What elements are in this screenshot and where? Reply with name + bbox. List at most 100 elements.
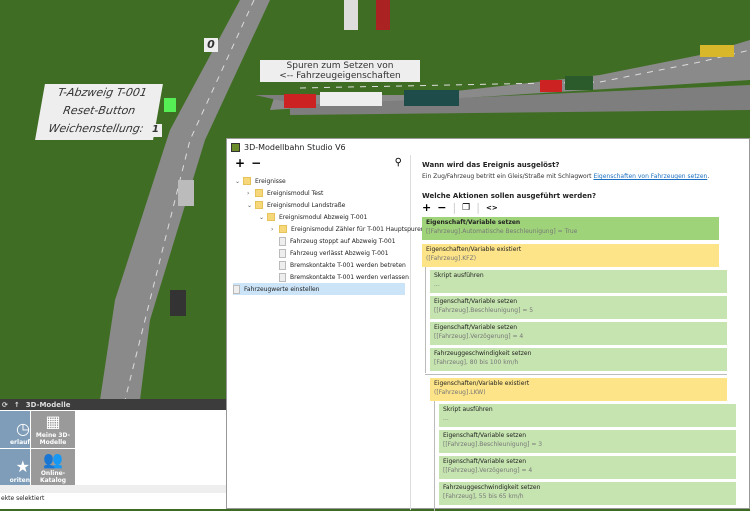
tile-clock[interactable]: ◷ erlauf <box>0 411 30 448</box>
action-detail: ... <box>443 415 449 422</box>
set-action[interactable]: Eigenschaft/Variable setzen [[Fahrzeug].B… <box>430 296 727 319</box>
chevron-down-icon[interactable]: ⌄ <box>247 202 255 209</box>
tile-people[interactable]: 👥 Online-Katalog <box>31 449 75 486</box>
action-title: Skript ausführen <box>443 406 493 413</box>
script-action[interactable]: Skript ausführen... <box>439 404 736 427</box>
tile-label: erlauf <box>9 439 30 446</box>
nesting-line <box>434 401 435 511</box>
counter-sign: 0 <box>204 38 218 52</box>
chevron-right-icon[interactable]: › <box>271 226 279 233</box>
tree-item[interactable]: Fahrzeug verlässt Abzweig T-001 <box>271 247 389 259</box>
action-detail: ([Fahrzeug].KFZ) <box>426 255 477 262</box>
folder-icon <box>255 201 263 209</box>
condition-action[interactable]: Eigenschaften/Variable existiert ([Fahrze… <box>422 244 719 267</box>
tree-item-label: Fahrzeug stoppt auf Abzweig T-001 <box>290 237 396 245</box>
switch-value[interactable]: 1 <box>149 124 162 137</box>
clock-icon: ◷ <box>16 419 30 438</box>
event-icon <box>279 236 286 246</box>
action-detail: [[Fahrzeug].Verzögerung] = 4 <box>443 467 533 474</box>
remove-button[interactable]: − <box>251 156 261 170</box>
event-icon <box>279 260 286 270</box>
tag-link[interactable]: Eigenschaften von Fahrzeugen setzen <box>593 173 707 180</box>
lanes-line1: Spuren zum Setzen von <box>286 61 394 71</box>
tree-item-label: Ereignismodul Abzweig T-001 <box>279 213 368 221</box>
tile-star[interactable]: ★ oriten <box>0 449 30 486</box>
action-detail: [Fahrzeug], 55 bis 65 km/h <box>443 493 524 500</box>
tree-item-label: Ereignismodul Test <box>267 189 324 197</box>
star-icon: ★ <box>15 457 30 476</box>
action-detail: [[Fahrzeug].Automatische Beschleunigung]… <box>426 228 578 235</box>
tree-item-label: Fahrzeug verlässt Abzweig T-001 <box>290 249 389 257</box>
tile-label: Meine 3D-Modelle <box>35 432 71 446</box>
tree-item[interactable]: Fahrzeug stoppt auf Abzweig T-001 <box>271 235 396 247</box>
tree-item[interactable]: ⌄ Ereignismodul Landstraße <box>247 199 345 211</box>
set-action[interactable]: Eigenschaft/Variable setzen [[Fahrzeug].V… <box>430 322 727 345</box>
action-detail: ([Fahrzeug].LKW) <box>434 389 486 396</box>
set-action[interactable]: Eigenschaft/Variable setzen [[Fahrzeug].A… <box>422 217 719 240</box>
add-button[interactable]: + <box>235 156 245 170</box>
copy-icon[interactable]: ❐ <box>462 203 470 213</box>
event-window: 3D-Modellbahn Studio V6 + − ⚲ ⌄ Ereigniss… <box>226 138 750 511</box>
lanes-line2: <-- Fahrzeugeigenschaften <box>279 71 401 81</box>
trigger-desc: Ein Zug/Fahrzeug betritt ein Gleis/Straß… <box>422 173 594 180</box>
condition-action[interactable]: Eigenschaften/Variable existiert ([Fahrze… <box>430 378 727 401</box>
grid-icon: ▦ <box>45 412 61 431</box>
action-title: Eigenschaften/Variable existiert <box>434 380 530 387</box>
back-icon[interactable]: ⟳ <box>2 401 8 409</box>
tile-label: oriten <box>9 477 30 484</box>
tree-item[interactable]: ⌄ Ereignismodul Abzweig T-001 <box>259 211 367 223</box>
code-button[interactable]: <> <box>486 204 498 212</box>
speed-action[interactable]: Fahrzeuggeschwindigkeit setzen [Fahrzeug]… <box>430 348 727 371</box>
set-action[interactable]: Eigenschaft/Variable setzen [[Fahrzeug].V… <box>439 456 736 479</box>
up-arrow-icon[interactable]: ↑ <box>14 401 20 409</box>
app-icon <box>231 142 240 152</box>
folder-icon <box>243 177 251 185</box>
tree-item[interactable]: Bremskontakte T-001 werden betreten <box>271 259 406 271</box>
tree-item[interactable]: ⌄ Ereignisse <box>235 175 286 187</box>
action-detail: [[Fahrzeug].Beschleunigung] = 3 <box>443 441 543 448</box>
action-detail: [Fahrzeug], 80 bis 100 km/h <box>434 359 519 366</box>
action-title: Fahrzeuggeschwindigkeit setzen <box>434 350 532 357</box>
action-title: Eigenschaft/Variable setzen <box>434 324 518 331</box>
script-action[interactable]: Skript ausführen... <box>430 270 727 293</box>
action-detail: [[Fahrzeug].Beschleunigung] = 5 <box>434 307 534 314</box>
action-title: Eigenschaft/Variable setzen <box>443 432 527 439</box>
folder-icon <box>279 225 287 233</box>
trigger-heading: Wann wird das Ereignis ausgelöst? <box>422 161 560 169</box>
tree-item[interactable]: › Ereignismodul Zähler für T-001 Hauptspu… <box>271 223 425 235</box>
speed-action[interactable]: Fahrzeuggeschwindigkeit setzen [Fahrzeug]… <box>439 482 736 505</box>
event-icon <box>279 248 286 258</box>
chevron-down-icon[interactable]: ⌄ <box>235 178 243 185</box>
set-action[interactable]: Eigenschaft/Variable setzen [[Fahrzeug].B… <box>439 430 736 453</box>
tile-grid[interactable]: ▦ Meine 3D-Modelle <box>31 411 75 448</box>
title-bar: 3D-Modellbahn Studio V6 <box>227 139 749 155</box>
chevron-right-icon[interactable]: › <box>247 190 255 197</box>
tile-label: Online-Katalog <box>39 470 67 484</box>
tree-item-label: Ereignisse <box>255 177 286 185</box>
tree-item-label: Ereignismodul Zähler für T-001 Hauptspur… <box>291 225 425 233</box>
search-icon[interactable]: ⚲ <box>395 157 402 168</box>
tree-item-label: Ereignismodul Landstraße <box>267 201 346 209</box>
tree-item[interactable]: › Ereignismodul Test <box>247 187 323 199</box>
event-detail: Wann wird das Ereignis ausgelöst? Ein Zu… <box>416 155 749 511</box>
event-icon <box>279 272 286 282</box>
action-title: Eigenschaft/Variable setzen <box>426 219 521 226</box>
tree-item[interactable]: Bremskontakte T-001 werden verlassen <box>271 271 409 283</box>
nesting-line <box>425 267 426 373</box>
action-title: Eigenschaft/Variable setzen <box>443 458 527 465</box>
tree-item[interactable]: Fahrzeugwerte einstellen <box>233 283 405 295</box>
event-tree: + − ⚲ ⌄ Ereignisse › Ereignismodul Test ⌄ Ere… <box>227 155 425 510</box>
folder-icon <box>267 213 275 221</box>
reset-label: Reset-Button <box>62 104 137 117</box>
chevron-down-icon[interactable]: ⌄ <box>259 214 267 221</box>
remove-action-button[interactable]: − <box>437 201 446 214</box>
catalog-title: 3D-Modelle <box>25 400 71 409</box>
people-icon: 👥 <box>43 450 63 469</box>
add-action-button[interactable]: + <box>422 201 431 214</box>
junction-sign: T-Abzweig T-001 Reset-Button Weichenstel… <box>35 84 163 140</box>
switch-label: Weichenstellung: <box>47 122 145 135</box>
action-detail: [[Fahrzeug].Verzögerung] = 4 <box>434 333 524 340</box>
trigger-end: . <box>707 173 710 180</box>
event-icon <box>233 284 240 294</box>
lanes-sign: Spuren zum Setzen von <-- Fahrzeugeigens… <box>260 60 420 82</box>
